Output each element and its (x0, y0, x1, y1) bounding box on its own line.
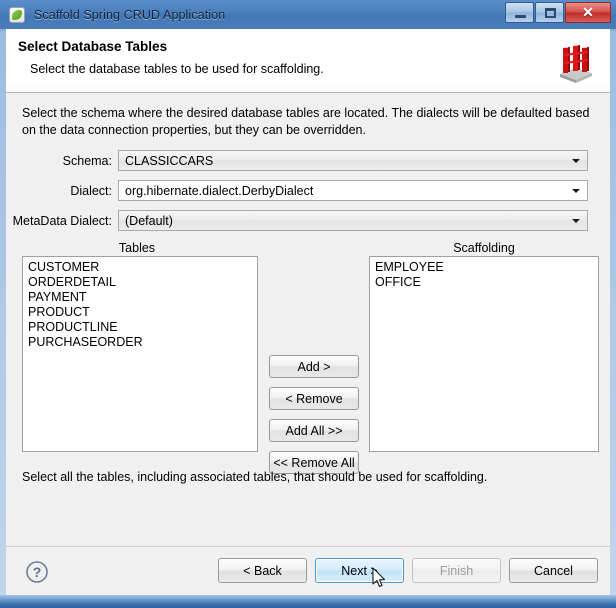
cancel-button[interactable]: Cancel (509, 558, 598, 583)
page-title: Select Database Tables (18, 39, 168, 54)
tables-listbox[interactable]: CUSTOMER ORDERDETAIL PAYMENT PRODUCT PRO… (22, 256, 258, 452)
close-button[interactable]: ✕ (565, 2, 611, 23)
maximize-button[interactable] (535, 2, 564, 23)
title-bar: Scaffold Spring CRUD Application ✕ (0, 0, 616, 29)
application-window: Scaffold Spring CRUD Application ✕ Selec… (0, 0, 616, 608)
field-row-dialect: Dialect: org.hibernate.dialect.DerbyDial… (6, 180, 610, 201)
metadata-dialect-combobox[interactable]: (Default) (118, 210, 588, 231)
scaffolding-icon (552, 38, 598, 84)
dialect-value: org.hibernate.dialect.DerbyDialect (125, 183, 314, 198)
schema-label: Schema: (62, 153, 112, 168)
list-item[interactable]: PAYMENT (23, 290, 257, 305)
list-item[interactable]: PRODUCT (23, 305, 257, 320)
minimize-icon (515, 15, 526, 18)
list-item[interactable]: ORDERDETAIL (23, 275, 257, 290)
remove-button[interactable]: < Remove (269, 387, 359, 410)
footnote-text: Select all the tables, including associa… (22, 470, 488, 484)
wizard-header: Select Database Tables Select the databa… (6, 29, 610, 93)
page-subtitle: Select the database tables to be used fo… (30, 62, 324, 76)
window-title: Scaffold Spring CRUD Application (34, 7, 226, 22)
finish-button: Finish (412, 558, 501, 583)
window-frame-bottom (0, 595, 616, 608)
list-item[interactable]: EMPLOYEE (370, 260, 598, 275)
dialect-combobox[interactable]: org.hibernate.dialect.DerbyDialect (118, 180, 588, 201)
list-item[interactable]: OFFICE (370, 275, 598, 290)
chevron-down-icon (572, 189, 580, 193)
help-icon[interactable]: ? (25, 560, 49, 584)
close-icon: ✕ (582, 4, 594, 20)
metadata-dialect-label: MetaData Dialect: (12, 213, 112, 228)
window-controls: ✕ (504, 2, 611, 23)
list-item[interactable]: PRODUCTLINE (23, 320, 257, 335)
wizard-body: Select the schema where the desired data… (6, 93, 610, 546)
tables-caption: Tables (118, 241, 156, 255)
chevron-down-icon (572, 219, 580, 223)
metadata-dialect-value: (Default) (125, 213, 173, 228)
scaffolding-listbox[interactable]: EMPLOYEE OFFICE (369, 256, 599, 452)
leaf-icon (9, 6, 25, 23)
minimize-button[interactable] (505, 2, 534, 23)
field-row-metadata-dialect: MetaData Dialect: (Default) (6, 210, 610, 231)
add-button[interactable]: Add > (269, 355, 359, 378)
wizard-footer: ? < Back Next > Finish Cancel (6, 546, 610, 596)
back-button[interactable]: < Back (218, 558, 307, 583)
list-item[interactable]: CUSTOMER (23, 260, 257, 275)
dialect-label: Dialect: (70, 183, 112, 198)
chevron-down-icon (572, 159, 580, 163)
schema-combobox[interactable]: CLASSICCARS (118, 150, 588, 171)
transfer-button-group: Add > < Remove Add All >> << Remove All (269, 355, 359, 474)
list-item[interactable]: PURCHASEORDER (23, 335, 257, 350)
maximize-icon (545, 8, 556, 18)
next-button[interactable]: Next > (315, 558, 404, 583)
schema-value: CLASSICCARS (125, 153, 214, 168)
field-row-schema: Schema: CLASSICCARS (6, 150, 610, 171)
intro-text: Select the schema where the desired data… (22, 106, 590, 137)
scaffolding-caption: Scaffolding (453, 241, 515, 255)
svg-text:?: ? (33, 564, 42, 580)
add-all-button[interactable]: Add All >> (269, 419, 359, 442)
navigation-button-group: < Back Next > Finish Cancel (218, 558, 598, 583)
